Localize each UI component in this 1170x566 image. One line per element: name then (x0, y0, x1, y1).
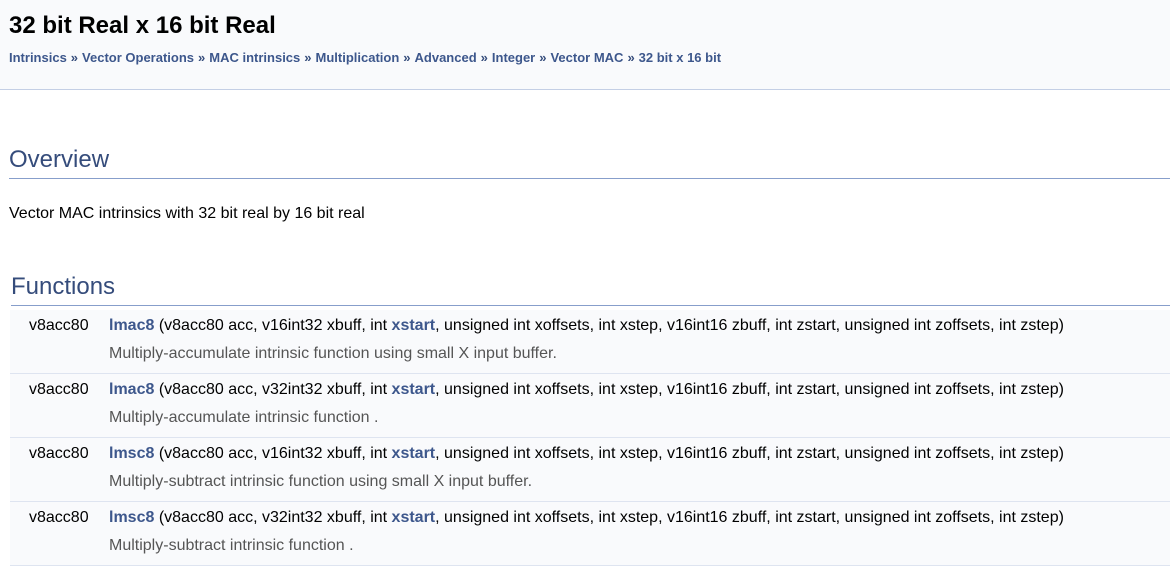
breadcrumb-separator: » (70, 50, 79, 65)
breadcrumb: Intrinsics» Vector Operations» MAC intrins… (9, 50, 1161, 65)
param-link-xstart[interactable]: xstart (392, 317, 436, 334)
return-type: v8acc80 (29, 509, 89, 526)
function-link-lmsc8[interactable]: lmsc8 (109, 445, 154, 462)
breadcrumb-separator: » (480, 50, 488, 65)
params-text: (v8acc80 acc, v32int32 xbuff, int (154, 381, 392, 398)
breadcrumb-separator: » (403, 50, 411, 65)
page-header: 32 bit Real x 16 bit Real Intrinsics» Vec… (0, 0, 1170, 90)
breadcrumb-multiplication[interactable]: Multiplication (316, 50, 400, 65)
params-text: , unsigned int xoffsets, int xstep, v16i… (435, 381, 1064, 398)
page-title: 32 bit Real x 16 bit Real (9, 12, 276, 39)
function-row: v8acc80 lmac8 (v8acc80 acc, v16int32 xbu… (10, 310, 1170, 374)
overview-text: Vector MAC intrinsics with 32 bit real b… (9, 205, 365, 222)
breadcrumb-integer[interactable]: Integer (492, 50, 535, 65)
function-row: v8acc80 lmsc8 (v8acc80 acc, v32int32 xbu… (10, 502, 1170, 566)
function-description: Multiply-accumulate intrinsic function u… (109, 345, 557, 362)
function-signature: lmac8 (v8acc80 acc, v32int32 xbuff, int … (109, 381, 1064, 399)
breadcrumb-vector-operations[interactable]: Vector Operations (82, 50, 194, 65)
params-text: , unsigned int xoffsets, int xstep, v16i… (435, 317, 1064, 334)
function-link-lmac8[interactable]: lmac8 (109, 317, 154, 334)
function-signature: lmsc8 (v8acc80 acc, v32int32 xbuff, int … (109, 509, 1064, 527)
breadcrumb-separator: » (304, 50, 312, 65)
params-text: (v8acc80 acc, v16int32 xbuff, int (154, 317, 392, 334)
function-row: v8acc80 lmsc8 (v8acc80 acc, v16int32 xbu… (10, 438, 1170, 502)
function-row: v8acc80 lmac8 (v8acc80 acc, v32int32 xbu… (10, 374, 1170, 438)
params-text: , unsigned int xoffsets, int xstep, v16i… (435, 445, 1064, 462)
functions-list: v8acc80 lmac8 (v8acc80 acc, v16int32 xbu… (10, 310, 1170, 566)
param-link-xstart[interactable]: xstart (392, 509, 436, 526)
function-description: Multiply-subtract intrinsic function usi… (109, 473, 533, 490)
return-type: v8acc80 (29, 381, 89, 398)
return-type: v8acc80 (29, 317, 89, 334)
params-text: , unsigned int xoffsets, int xstep, v16i… (435, 509, 1064, 526)
breadcrumb-separator: » (627, 50, 635, 65)
breadcrumb-advanced[interactable]: Advanced (415, 50, 477, 65)
breadcrumb-intrinsics[interactable]: Intrinsics (9, 50, 67, 65)
params-text: (v8acc80 acc, v16int32 xbuff, int (154, 445, 392, 462)
params-text: (v8acc80 acc, v32int32 xbuff, int (154, 509, 392, 526)
breadcrumb-32bit-x-16bit[interactable]: 32 bit x 16 bit (639, 50, 721, 65)
function-description: Multiply-accumulate intrinsic function . (109, 409, 379, 426)
breadcrumb-vector-mac[interactable]: Vector MAC (550, 50, 623, 65)
breadcrumb-mac-intrinsics[interactable]: MAC intrinsics (209, 50, 300, 65)
functions-heading: Functions (11, 271, 1170, 306)
param-link-xstart[interactable]: xstart (392, 381, 436, 398)
breadcrumb-separator: » (198, 50, 206, 65)
function-signature: lmsc8 (v8acc80 acc, v16int32 xbuff, int … (109, 445, 1064, 463)
breadcrumb-separator: » (539, 50, 547, 65)
function-link-lmsc8[interactable]: lmsc8 (109, 509, 154, 526)
function-link-lmac8[interactable]: lmac8 (109, 381, 154, 398)
return-type: v8acc80 (29, 445, 89, 462)
function-signature: lmac8 (v8acc80 acc, v16int32 xbuff, int … (109, 317, 1064, 335)
function-description: Multiply-subtract intrinsic function . (109, 537, 354, 554)
param-link-xstart[interactable]: xstart (392, 445, 436, 462)
overview-heading: Overview (9, 144, 1170, 179)
